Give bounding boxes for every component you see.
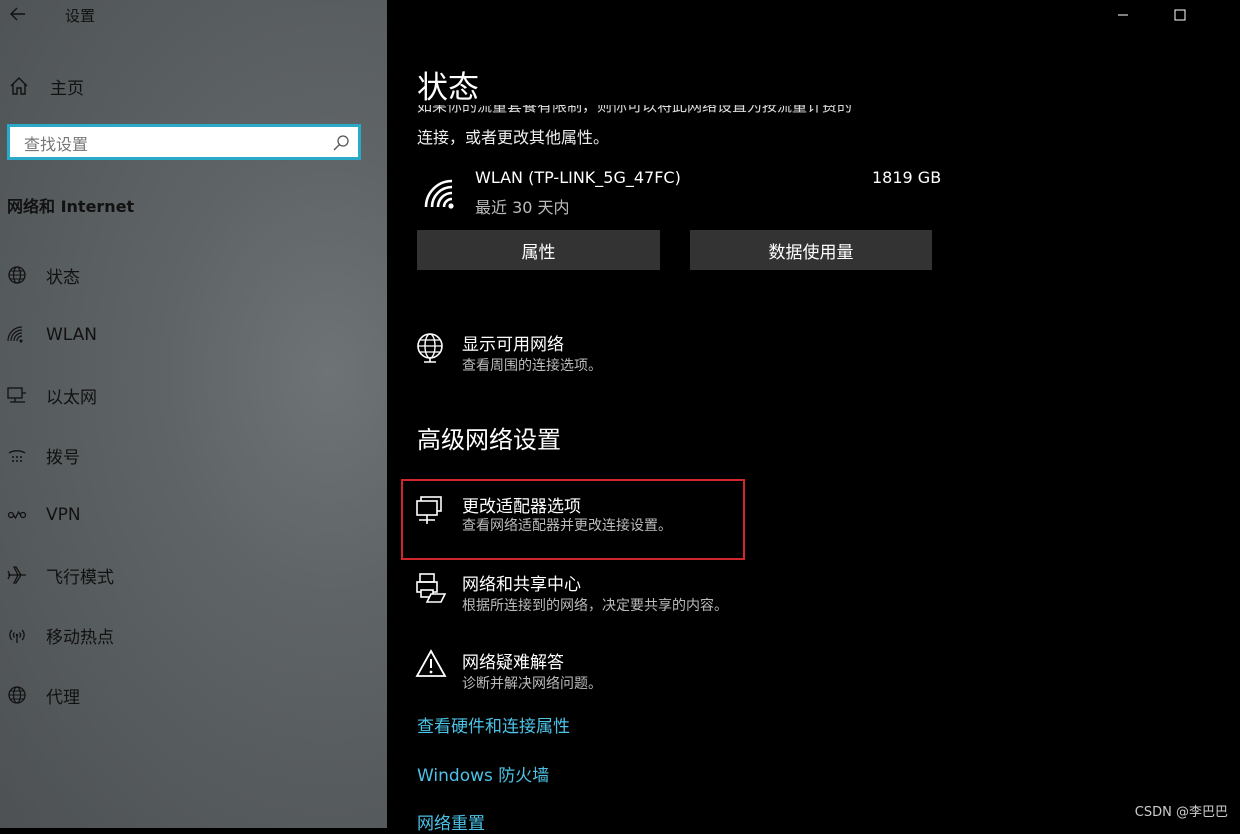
sidebar-item-hotspot[interactable]: 移动热点 <box>6 622 114 648</box>
page-title: 状态 <box>417 70 479 106</box>
globe-icon <box>6 264 28 286</box>
watermark: CSDN @李巴巴 <box>1134 805 1228 820</box>
highlight-box <box>401 479 745 560</box>
wifi-signal-icon <box>424 179 454 209</box>
ethernet-icon <box>6 384 28 406</box>
sidebar-item-status[interactable]: 状态 <box>6 262 80 288</box>
troubleshoot-subtitle: 诊断并解决网络问题。 <box>462 676 602 692</box>
warning-icon <box>415 649 447 677</box>
sidebar-item-label: WLAN <box>46 325 98 345</box>
troubleshoot-link[interactable]: 网络疑难解答 <box>462 648 564 673</box>
sidebar-item-proxy[interactable]: 代理 <box>6 682 80 708</box>
wifi-icon <box>6 324 28 346</box>
dialup-icon <box>6 444 28 466</box>
sidebar-item-label: VPN <box>46 505 81 525</box>
hardware-properties-link[interactable]: 查看硬件和连接属性 <box>417 712 570 737</box>
maximize-icon <box>1174 9 1186 21</box>
sidebar-item-dialup[interactable]: 拨号 <box>6 442 80 468</box>
sidebar: 设置 主页 网络和 Internet 状态 WLAN 以太网 <box>0 0 387 828</box>
sharing-center-link[interactable]: 网络和共享中心 <box>462 570 581 595</box>
windows-firewall-link[interactable]: Windows 防火墙 <box>417 761 549 786</box>
show-networks-subtitle: 查看周围的连接选项。 <box>462 358 602 374</box>
properties-button[interactable]: 属性 <box>417 230 660 270</box>
data-usage-button[interactable]: 数据使用量 <box>690 230 932 270</box>
scrolled-description: 如果你的流量套餐有限制，则你可以将此网络设置为按流量计费的 <box>417 105 947 123</box>
globe-icon <box>417 333 443 363</box>
hotspot-icon <box>6 624 28 646</box>
advanced-settings-heading: 高级网络设置 <box>417 426 561 454</box>
search-input[interactable] <box>22 133 326 155</box>
sidebar-item-label: 以太网 <box>46 387 97 408</box>
description-continuation: 连接，或者更改其他属性。 <box>417 128 610 147</box>
sidebar-item-label: 飞行模式 <box>46 567 114 588</box>
app-title: 设置 <box>65 7 96 25</box>
wlan-network-name: WLAN (TP-LINK_5G_47FC) <box>475 168 681 187</box>
home-icon <box>10 77 28 95</box>
wlan-period: 最近 30 天内 <box>475 198 570 217</box>
sidebar-item-airplane[interactable]: 飞行模式 <box>6 562 114 588</box>
wlan-data-usage: 1819 GB <box>872 168 942 187</box>
search-box[interactable] <box>7 124 361 160</box>
globe-icon <box>6 684 28 706</box>
minimize-button[interactable] <box>1100 0 1146 30</box>
show-networks-link[interactable]: 显示可用网络 <box>462 330 564 355</box>
sidebar-item-label: 状态 <box>46 267 80 288</box>
maximize-button[interactable] <box>1157 0 1203 30</box>
minimize-icon <box>1118 14 1128 16</box>
search-icon[interactable] <box>332 134 350 152</box>
network-reset-link[interactable]: 网络重置 <box>417 809 485 834</box>
airplane-icon <box>6 564 28 586</box>
sidebar-item-ethernet[interactable]: 以太网 <box>6 382 97 408</box>
sidebar-item-label: 代理 <box>46 687 80 708</box>
sharing-center-subtitle: 根据所连接到的网络，决定要共享的内容。 <box>462 598 728 614</box>
back-arrow-icon[interactable] <box>8 4 28 24</box>
sidebar-item-label: 移动热点 <box>46 627 114 648</box>
vpn-icon <box>6 504 28 526</box>
sidebar-item-home[interactable]: 主页 <box>8 74 84 99</box>
section-title: 网络和 Internet <box>7 197 135 216</box>
sharing-center-icon <box>416 573 447 603</box>
home-label: 主页 <box>50 78 84 99</box>
sidebar-item-wlan[interactable]: WLAN <box>6 322 97 348</box>
scrolled-description-text: 如果你的流量套餐有限制，则你可以将此网络设置为按流量计费的 <box>417 105 853 115</box>
sidebar-item-label: 拨号 <box>46 447 80 468</box>
sidebar-item-vpn[interactable]: VPN <box>6 502 81 528</box>
